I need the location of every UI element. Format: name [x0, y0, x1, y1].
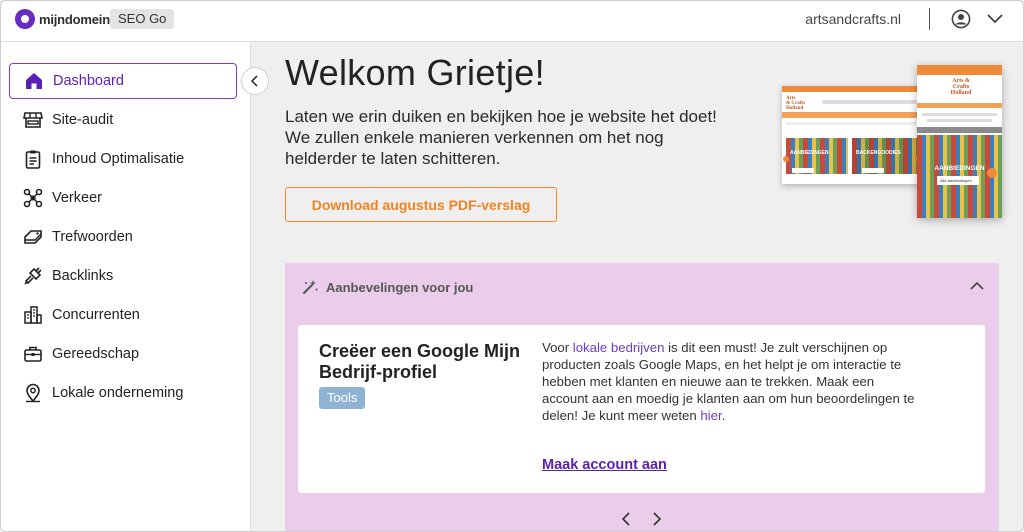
description-text: Voor	[542, 340, 573, 355]
sidebar-item-label: Inhoud Optimalisatie	[52, 151, 185, 167]
sidebar-item-keywords[interactable]: Trefwoorden	[9, 219, 237, 255]
sidebar-item-backlinks[interactable]: Backlinks	[9, 258, 237, 294]
sidebar-item-label: Gereedschap	[52, 346, 140, 362]
create-account-link[interactable]: Maak account aan	[542, 457, 667, 473]
sidebar-item-label: Site-audit	[52, 112, 114, 128]
header-divider	[929, 8, 930, 30]
sidebar-item-label: Concurrenten	[52, 307, 140, 323]
intro-text: Laten we erin duiken en bekijken hoe je …	[285, 107, 717, 168]
chevron-left-icon[interactable]	[620, 511, 634, 527]
clipboard-icon	[25, 150, 41, 169]
logo-mark-icon	[15, 9, 35, 29]
page-title: Welkom Grietje!	[285, 52, 545, 93]
top-bar: mijndomein SEO Go artsandcrafts.nl	[1, 1, 1023, 42]
sidebar-item-label: Lokale onderneming	[52, 385, 184, 401]
user-account-icon[interactable]	[951, 9, 971, 29]
network-icon	[23, 188, 43, 208]
sidebar-item-content-optimization[interactable]: Inhoud Optimalisatie	[9, 141, 237, 177]
mobile-preview-image: Arts & Crafts Holland AANBIEDINGEN Alle …	[917, 65, 1002, 218]
plug-icon	[24, 267, 42, 285]
desktop-preview-image: Arts & Crafts Holland AANBIEDINGEN BACKENG…	[782, 86, 922, 184]
chevron-left-icon	[250, 75, 258, 87]
product-badge: SEO Go	[110, 9, 175, 29]
download-report-button[interactable]: Download augustus PDF-verslag	[285, 187, 557, 222]
sidebar-item-label: Trefwoorden	[52, 229, 133, 245]
learn-more-link[interactable]: hier	[700, 408, 721, 423]
app-window: mijndomein SEO Go artsandcrafts.nl Dashb…	[0, 0, 1024, 532]
sidebar-item-label: Verkeer	[52, 190, 102, 206]
chevron-up-icon[interactable]	[969, 279, 985, 293]
sidebar-item-label: Dashboard	[53, 73, 124, 89]
sidebar-item-local-business[interactable]: Lokale onderneming	[9, 375, 237, 411]
main-content: Welkom Grietje! Laten we erin duiken en …	[252, 42, 1023, 531]
brand-name: mijndomein	[39, 11, 110, 27]
sidebar: Dashboard Site-audit Inhoud Optimalisati…	[1, 42, 251, 531]
sidebar-collapse-button[interactable]	[241, 67, 269, 95]
recommendations-panel: Aanbevelingen voor jou Creëer een Google…	[285, 263, 999, 531]
store-icon	[23, 112, 43, 128]
sidebar-item-tools[interactable]: Gereedschap	[9, 336, 237, 372]
map-pin-icon	[26, 383, 40, 403]
buildings-icon	[24, 306, 42, 324]
mobile-preview-button: Alle aanbiedingen	[937, 176, 979, 185]
recommendation-card: Creëer een Google Mijn Bedrijf-profiel T…	[298, 325, 985, 493]
local-business-link[interactable]: lokale bedrijven	[573, 340, 665, 355]
magic-wand-icon	[303, 280, 318, 294]
domain-selector[interactable]: artsandcrafts.nl	[805, 11, 901, 27]
home-icon	[26, 73, 42, 89]
sidebar-item-dashboard[interactable]: Dashboard	[9, 63, 237, 99]
desktop-preview-label: AANBIEDINGEN	[790, 150, 829, 156]
desktop-preview-label: BACKENGOODIES	[856, 150, 901, 156]
chevron-right-icon[interactable]	[649, 511, 663, 527]
category-tag: Tools	[319, 387, 366, 409]
sidebar-item-competitors[interactable]: Concurrenten	[9, 297, 237, 333]
tag-stack-icon	[24, 230, 42, 244]
recommendations-title: Aanbevelingen voor jou	[326, 280, 474, 295]
brand-logo[interactable]: mijndomein	[15, 8, 110, 30]
recommendation-title: Creëer een Google Mijn Bedrijf-profiel	[319, 341, 521, 382]
sidebar-item-site-audit[interactable]: Site-audit	[9, 102, 237, 138]
chevron-down-icon[interactable]	[986, 11, 1004, 27]
recommendation-description: Voor lokale bedrijven is dit een must! J…	[542, 339, 922, 424]
sidebar-item-traffic[interactable]: Verkeer	[9, 180, 237, 216]
sidebar-item-label: Backlinks	[52, 268, 114, 284]
toolbox-icon	[24, 346, 42, 362]
description-text: .	[721, 408, 726, 423]
mobile-preview-title: Arts & Crafts Holland	[950, 78, 972, 96]
